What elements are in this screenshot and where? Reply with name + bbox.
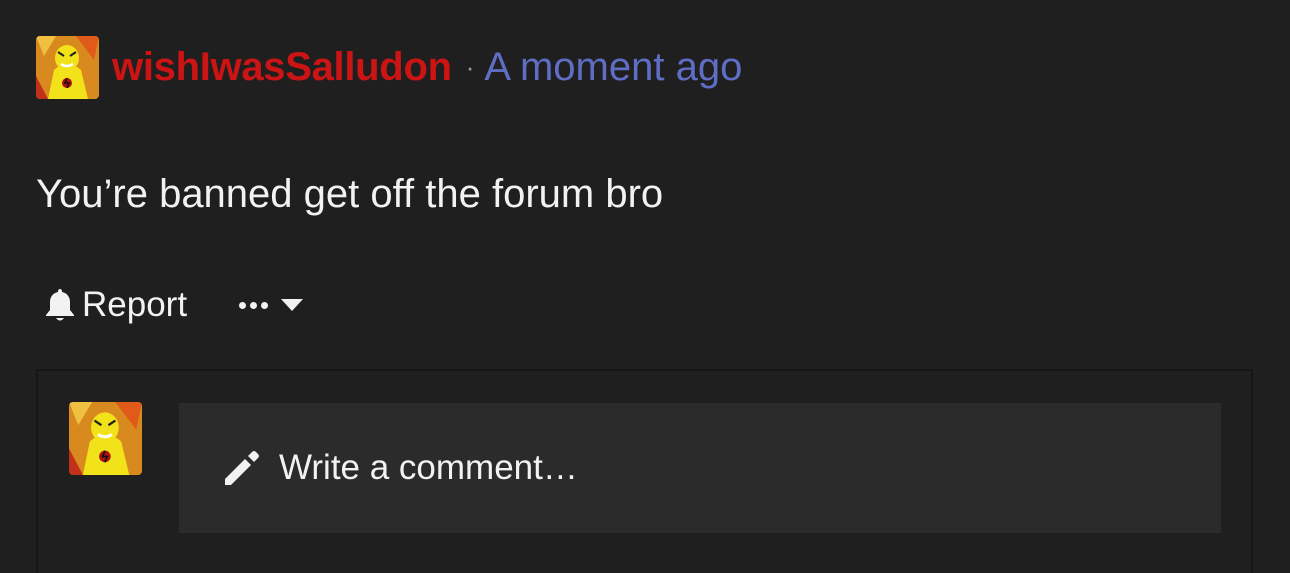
caret-down-icon — [281, 299, 304, 311]
post-actions: Report — [44, 280, 304, 330]
more-options-button[interactable] — [239, 298, 304, 312]
post-body: You’re banned get off the forum bro — [36, 172, 664, 216]
author-avatar[interactable] — [36, 36, 99, 99]
comment-composer: Write a comment… — [36, 369, 1253, 573]
report-label: Report — [82, 285, 188, 324]
comment-placeholder: Write a comment… — [279, 448, 578, 487]
bell-icon — [46, 289, 74, 321]
ellipsis-icon — [239, 301, 269, 309]
yellow-speedster-avatar-icon — [69, 402, 142, 475]
header-separator: · — [465, 52, 475, 82]
forum-post: wishIwasSalludon · A moment ago You’re b… — [0, 0, 1290, 573]
post-header: wishIwasSalludon · A moment ago — [36, 36, 742, 99]
report-button[interactable]: Report — [44, 285, 187, 325]
current-user-avatar — [69, 402, 142, 475]
post-timestamp-link[interactable]: A moment ago — [484, 45, 742, 90]
yellow-speedster-avatar-icon — [36, 36, 99, 99]
author-name-link[interactable]: wishIwasSalludon — [112, 45, 452, 90]
pencil-icon — [225, 451, 259, 485]
write-comment-input[interactable]: Write a comment… — [179, 403, 1221, 533]
